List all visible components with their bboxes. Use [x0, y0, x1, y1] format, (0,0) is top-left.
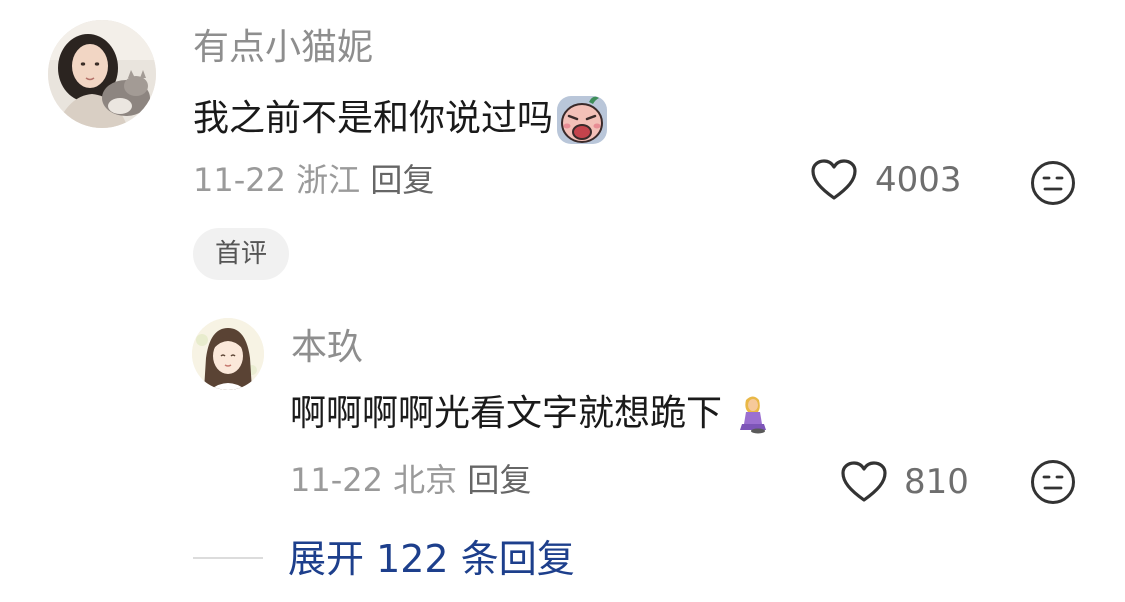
heart-icon — [840, 460, 888, 504]
reply-avatar[interactable] — [192, 318, 264, 390]
comment-text: 我之前不是和你说过吗 — [193, 98, 554, 139]
comment-location: 浙江 — [296, 161, 361, 199]
reply-dislike-button[interactable] — [1030, 459, 1076, 505]
cartoon-girl-icon — [192, 318, 264, 390]
like-button[interactable]: 4003 — [810, 158, 962, 202]
dislike-button[interactable] — [1030, 160, 1076, 206]
expand-replies-button[interactable]: 展开 122 条回复 — [288, 536, 575, 582]
expressionless-face-icon — [1031, 460, 1075, 504]
reply-button[interactable]: 回复 — [370, 161, 434, 199]
expressionless-face-icon — [1031, 161, 1075, 205]
reply-meta: 11-22 北京 回复 — [290, 460, 531, 500]
first-comment-badge: 首评 — [193, 228, 289, 280]
reply-like-count: 810 — [904, 462, 969, 502]
heart-icon — [810, 158, 858, 202]
comment-meta: 11-22 浙江 回复 — [193, 160, 434, 200]
reply-username[interactable]: 本玖 — [291, 326, 363, 370]
reply-reply-button[interactable]: 回复 — [467, 461, 531, 499]
like-count: 4003 — [875, 160, 962, 200]
avatar[interactable] — [48, 20, 156, 128]
crying-face-sticker-icon — [555, 92, 609, 146]
expand-divider — [193, 557, 263, 559]
comment-date: 11-22 — [193, 161, 286, 199]
reply-location: 北京 — [393, 461, 458, 499]
reply-like-button[interactable]: 810 — [840, 460, 969, 504]
comment-body: 我之前不是和你说过吗 — [193, 92, 609, 146]
reply-text: 啊啊啊啊光看文字就想跪下 — [290, 393, 723, 434]
kneeling-woman-emoji-icon — [736, 394, 770, 434]
reply-date: 11-22 — [290, 461, 383, 499]
user-photo-icon — [48, 20, 156, 128]
comment-username[interactable]: 有点小猫妮 — [193, 26, 373, 70]
reply-body: 啊啊啊啊光看文字就想跪下 — [290, 392, 770, 436]
